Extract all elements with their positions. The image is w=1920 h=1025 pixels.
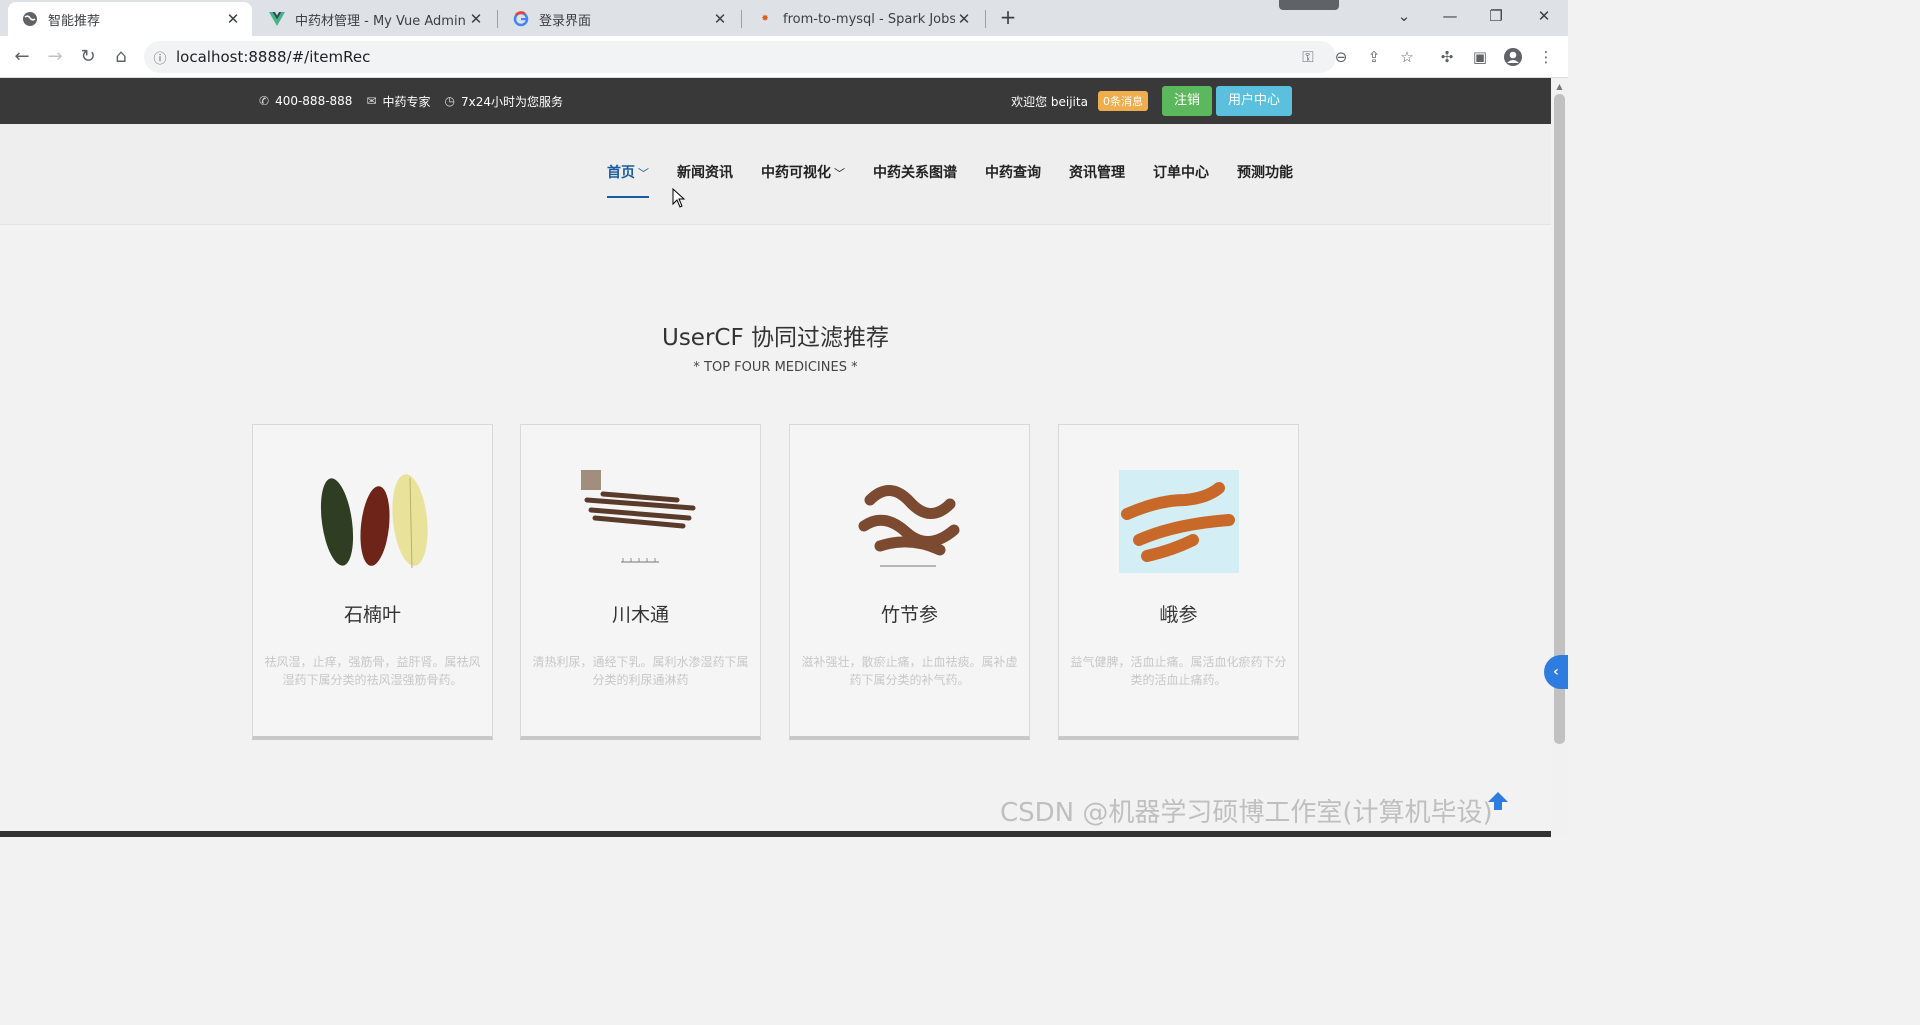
medicine-name: 石楠叶 [343, 604, 401, 626]
logout-button[interactable]: 注销 [1161, 86, 1212, 116]
key-icon[interactable]: ⚿ [1295, 44, 1321, 70]
browser-tab-strip: 智能推荐 ✕ 中药材管理 - My Vue Admin ✕ 登录界面 ✕ ✸ f… [0, 0, 1568, 36]
new-tab-button[interactable]: + [996, 6, 1020, 30]
expert-label: 中药专家 [382, 94, 431, 109]
nav-item-visualization[interactable]: 中药可视化 ﹀ [761, 162, 845, 198]
vue-logo-icon [269, 11, 285, 27]
tab-title: from-to-mysql - Spark Jobs [783, 11, 955, 27]
profile-avatar-icon[interactable] [1500, 44, 1526, 70]
spark-logo-icon: ✸ [761, 14, 769, 24]
medicine-description: 清热利尿，通经下乳。属利水渗湿药下属分类的利尿通淋药 [532, 655, 749, 687]
nav-item-news-admin[interactable]: 资讯管理 [1069, 162, 1125, 198]
browser-tab[interactable]: 中药材管理 - My Vue Admin ✕ [255, 2, 495, 36]
extensions-puzzle-icon[interactable]: ✣ [1434, 44, 1460, 70]
clock-icon: ◷ [444, 94, 455, 108]
share-icon[interactable]: ⇪ [1361, 44, 1387, 70]
main-nav: 首页 ﹀ 新闻资讯 中药可视化 ﹀ 中药关系图谱 中药查询 资讯管理 订单中心 预测… [0, 124, 1551, 225]
tab-search-chevron-icon[interactable]: ⌄ [1384, 4, 1424, 28]
tab-title: 智能推荐 [48, 13, 101, 29]
medicine-card[interactable]: 竹节参 滋补强壮，散瘀止痛，止血祛痰。属补虚药下属分类的补气药。 [789, 424, 1030, 740]
site-info-icon[interactable]: ⓘ [144, 48, 176, 67]
messages-badge[interactable]: 0条消息 [1097, 91, 1148, 111]
contact-info: ✆ 400-888-888 ✉ 中药专家 ◷ 7x24小时为您服务 [259, 78, 571, 124]
bookmark-star-icon[interactable]: ☆ [1394, 44, 1420, 70]
forward-arrow-icon[interactable]: → [42, 44, 68, 70]
tab-title: 中药材管理 - My Vue Admin [295, 13, 466, 29]
side-panel-icon[interactable]: ▣ [1467, 44, 1493, 70]
page-scrollbar[interactable]: ▲ [1551, 78, 1568, 837]
service-hours: 7x24小时为您服务 [461, 94, 564, 109]
browser-toolbar: ← → ↻ ⌂ ⓘ localhost:8888/#/itemRec ⚿ ⊖ ⇪… [0, 36, 1568, 78]
tab-title: 登录界面 [539, 13, 592, 29]
minimize-button[interactable]: — [1430, 4, 1470, 28]
medicine-image-shinanye [320, 474, 428, 569]
close-icon[interactable]: ✕ [467, 10, 485, 28]
browser-tab-active[interactable]: 智能推荐 ✕ [8, 2, 252, 36]
address-bar[interactable]: ⓘ localhost:8888/#/itemRec [144, 41, 1336, 73]
medicine-image-eshen [1119, 470, 1239, 573]
medicine-name: 峨参 [1159, 604, 1198, 626]
medicine-name: 竹节参 [880, 604, 938, 626]
url-text: localhost:8888/#/itemRec [176, 48, 371, 66]
medicine-card[interactable]: 川木通 清热利尿，通经下乳。属利水渗湿药下属分类的利尿通淋药 [520, 424, 761, 740]
home-icon[interactable]: ⌂ [108, 44, 134, 70]
chevron-down-icon: ﹀ [834, 167, 845, 180]
nav-item-knowledge-graph[interactable]: 中药关系图谱 [873, 162, 957, 198]
user-box: 欢迎您 beijita 0条消息 注销 用户中心 [1011, 86, 1292, 116]
restore-button[interactable]: ❐ [1476, 4, 1516, 28]
close-icon[interactable]: ✕ [955, 10, 973, 28]
close-icon[interactable]: ✕ [711, 10, 729, 28]
google-logo-icon [513, 11, 529, 27]
page-footer-strip [0, 831, 1551, 837]
kebab-menu-icon[interactable]: ⋮ [1533, 44, 1559, 70]
window-indicator [1279, 0, 1339, 10]
medicine-card[interactable]: 石楠叶 祛风湿，止痒，强筋骨，益肝肾。属祛风湿药下属分类的祛风湿强筋骨药。 [252, 424, 493, 740]
medicine-card[interactable]: 峨参 益气健脾，活血止痛。属活血化瘀药下分类的活血止痛药。 [1058, 424, 1299, 740]
watermark-text: CSDN @机器学习硕博工作室(计算机毕设) [1000, 798, 1493, 828]
nav-item-home[interactable]: 首页 ﹀ [607, 162, 649, 198]
user-center-button[interactable]: 用户中心 [1215, 86, 1292, 116]
section-subtitle: * TOP FOUR MEDICINES * [693, 360, 858, 375]
nav-item-prediction[interactable]: 预测功能 [1237, 162, 1293, 198]
browser-tab[interactable]: 登录界面 ✕ [499, 2, 739, 36]
side-panel-toggle-button[interactable]: ‹ [1544, 655, 1568, 689]
nav-item-orders[interactable]: 订单中心 [1153, 162, 1209, 198]
medicine-description: 滋补强壮，散瘀止痛，止血祛痰。属补虚药下属分类的补气药。 [801, 655, 1018, 687]
chevron-down-icon: ﹀ [638, 167, 649, 180]
mail-icon: ✉ [366, 94, 377, 108]
globe-icon [22, 11, 38, 27]
reload-icon[interactable]: ↻ [75, 44, 101, 70]
scroll-up-arrow-icon[interactable]: ▲ [1551, 82, 1568, 91]
medicine-description: 益气健脾，活血止痛。属活血化瘀药下分类的活血止痛药。 [1070, 655, 1287, 687]
close-icon[interactable]: ✕ [224, 10, 242, 28]
mouse-cursor-icon [672, 188, 686, 208]
zoom-icon[interactable]: ⊖ [1328, 44, 1354, 70]
medicine-name: 川木通 [611, 604, 669, 626]
phone-icon: ✆ [259, 94, 270, 108]
scrollbar-thumb[interactable] [1554, 94, 1565, 744]
back-arrow-icon[interactable]: ← [9, 44, 35, 70]
phone-number: 400-888-888 [275, 94, 353, 108]
nav-item-search[interactable]: 中药查询 [985, 162, 1041, 198]
welcome-text: 欢迎您 beijita [1011, 94, 1088, 109]
nav-menu: 首页 ﹀ 新闻资讯 中药可视化 ﹀ 中药关系图谱 中药查询 资讯管理 订单中心 预测… [607, 162, 1293, 198]
section-title: UserCF 协同过滤推荐 [661, 325, 890, 351]
browser-tab[interactable]: ✸ from-to-mysql - Spark Jobs ✕ [743, 2, 983, 36]
close-window-button[interactable]: ✕ [1524, 4, 1564, 28]
site-top-bar: ✆ 400-888-888 ✉ 中药专家 ◷ 7x24小时为您服务 欢迎您 be… [0, 78, 1551, 124]
medicine-image-zhujieshen [858, 485, 960, 567]
medicine-image-chuanmutong [581, 470, 696, 563]
medicine-description: 祛风湿，止痒，强筋骨，益肝肾。属祛风湿药下属分类的祛风湿强筋骨药。 [264, 655, 481, 687]
